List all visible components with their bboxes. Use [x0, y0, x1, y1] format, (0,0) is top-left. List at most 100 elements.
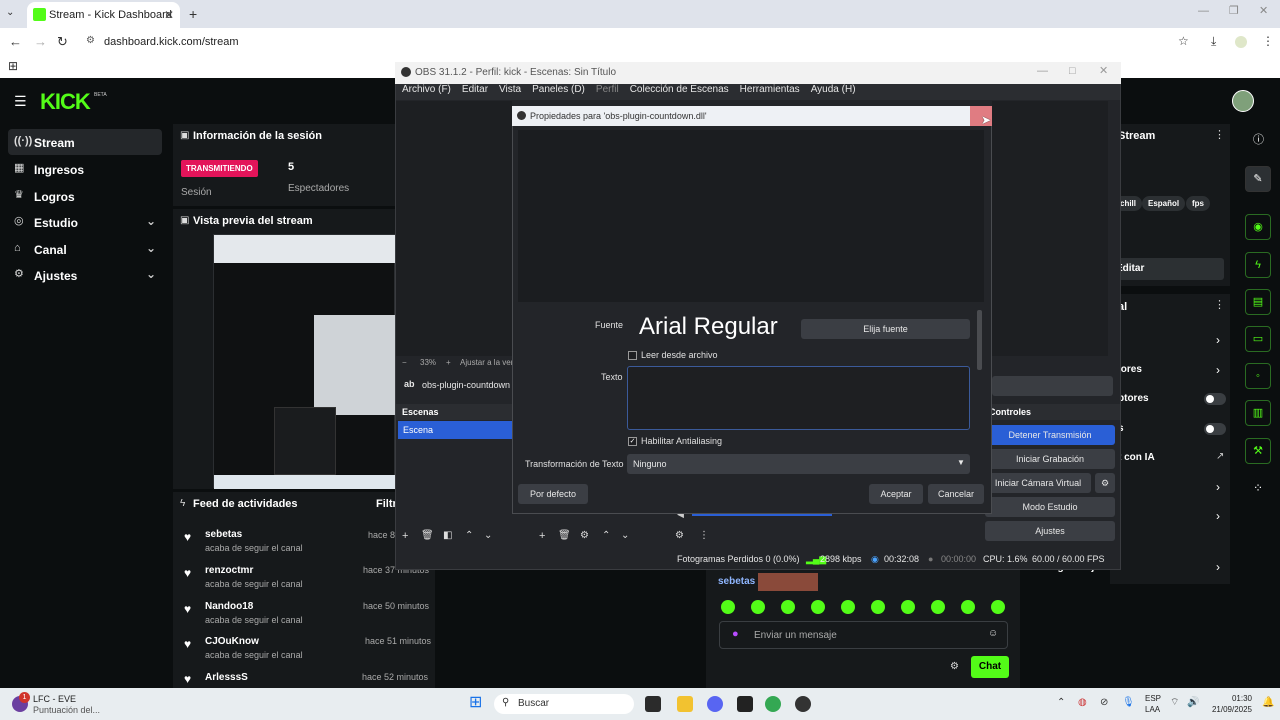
audio-settings-icon[interactable]: ⚙: [675, 531, 684, 541]
feed-item-name[interactable]: renzoctmr: [205, 565, 253, 576]
edit-pencil-icon[interactable]: ✎: [1245, 166, 1271, 192]
tray-chevron-icon[interactable]: ⌃: [1057, 698, 1065, 708]
notifications-bell-icon[interactable]: 🔔: [1262, 698, 1274, 708]
zoom-in-icon[interactable]: +: [446, 358, 451, 367]
emote-icon[interactable]: [781, 600, 795, 614]
move-up-icon[interactable]: ⌃: [602, 531, 610, 541]
scene-item[interactable]: Escena: [398, 421, 512, 439]
tray-mic-icon[interactable]: 🎙: [1122, 698, 1135, 708]
tag-chip[interactable]: fps: [1186, 196, 1210, 211]
add-source-icon[interactable]: +: [539, 531, 545, 542]
tray-app-icon[interactable]: ◍: [1078, 698, 1087, 708]
sidebar-item-ingresos[interactable]: ▦ Ingresos: [8, 156, 162, 182]
tag-chip[interactable]: Español: [1142, 196, 1186, 211]
chevron-right-icon[interactable]: ›: [1216, 561, 1220, 573]
menu-perfil[interactable]: Perfil: [596, 84, 619, 95]
tray-wifi-icon[interactable]: ⌔: [1170, 698, 1179, 708]
minimize-icon[interactable]: —: [1198, 6, 1209, 17]
sidebar-item-ajustes[interactable]: ⚙ Ajustes ⌄: [8, 262, 162, 288]
menu-vista[interactable]: Vista: [499, 84, 521, 95]
forward-icon[interactable]: →: [34, 35, 47, 48]
emote-icon[interactable]: [721, 600, 735, 614]
emote-icon[interactable]: [751, 600, 765, 614]
text-input[interactable]: [627, 366, 970, 430]
mic-icon[interactable]: ●: [732, 629, 739, 640]
reload-icon[interactable]: ↻: [57, 35, 68, 48]
target-icon[interactable]: ◉: [1245, 214, 1271, 240]
stop-streaming-button[interactable]: Detener Transmisión: [985, 425, 1115, 445]
maximize-icon[interactable]: ❐: [1229, 6, 1239, 17]
chat-settings-icon[interactable]: ⚙: [950, 662, 959, 672]
toggle-switch[interactable]: [1204, 423, 1226, 435]
emote-icon[interactable]: [841, 600, 855, 614]
move-down-icon[interactable]: ⌄: [621, 531, 629, 541]
lang-code[interactable]: ESP: [1145, 694, 1161, 703]
virtual-camera-settings-icon[interactable]: ⚙: [1095, 473, 1115, 493]
wrench-icon[interactable]: ⚒: [1245, 438, 1271, 464]
toggle-switch[interactable]: [1204, 393, 1226, 405]
choose-font-button[interactable]: Elija fuente: [801, 319, 970, 339]
minimize-icon[interactable]: —: [1037, 66, 1048, 77]
chevron-right-icon[interactable]: ›: [1216, 481, 1220, 493]
discord-icon[interactable]: [707, 696, 723, 712]
more-menu-icon[interactable]: ⋮: [1262, 35, 1274, 47]
antialiasing-checkbox[interactable]: ✓ Habilitar Antialiasing: [628, 436, 722, 447]
read-from-file-checkbox[interactable]: Leer desde archivo: [628, 350, 718, 361]
profile-avatar[interactable]: [1235, 36, 1247, 48]
sidebar-item-logros[interactable]: ♛ Logros: [8, 183, 162, 209]
apps-grid-icon[interactable]: ⊞: [8, 60, 18, 72]
emoji-icon[interactable]: ☺: [988, 629, 998, 639]
filter-icon[interactable]: ◧: [443, 531, 452, 541]
clipboard-icon[interactable]: ▤: [1245, 289, 1271, 315]
dialog-scrollbar[interactable]: [977, 310, 982, 370]
chevron-right-icon[interactable]: ›: [1216, 364, 1220, 376]
start-recording-button[interactable]: Iniciar Grabación: [985, 449, 1115, 469]
more-vertical-icon[interactable]: ⋮: [699, 531, 709, 541]
menu-ayuda[interactable]: Ayuda (H): [811, 84, 856, 95]
obs-taskbar-icon[interactable]: [795, 696, 811, 712]
close-window-icon[interactable]: ✕: [1259, 6, 1268, 17]
maximize-icon[interactable]: □: [1069, 66, 1076, 77]
site-info-icon[interactable]: ⚙: [86, 36, 95, 46]
url-field[interactable]: ⚙ dashboard.kick.com/stream: [80, 32, 1180, 52]
emote-icon[interactable]: [961, 600, 975, 614]
chat-send-button[interactable]: Chat: [971, 656, 1009, 678]
more-vertical-icon[interactable]: ⋮: [1214, 300, 1225, 311]
emote-icon[interactable]: [931, 600, 945, 614]
remove-scene-icon[interactable]: 🗑: [421, 531, 434, 541]
remove-source-icon[interactable]: 🗑: [558, 531, 571, 541]
emote-icon[interactable]: [871, 600, 885, 614]
stream-preview-video[interactable]: [213, 234, 396, 489]
new-tab-icon[interactable]: +: [189, 7, 197, 21]
menu-paneles[interactable]: Paneles (D): [532, 84, 585, 95]
chevron-right-icon[interactable]: ›: [1216, 334, 1220, 346]
obs-source-toolbar[interactable]: [992, 376, 1113, 396]
zoom-out-icon[interactable]: −: [402, 358, 407, 367]
layout-icon[interactable]: ▥: [1245, 400, 1271, 426]
menu-herramientas[interactable]: Herramientas: [740, 84, 800, 95]
defaults-button[interactable]: Por defecto: [518, 484, 588, 504]
download-icon[interactable]: ⤓: [1211, 35, 1216, 47]
back-icon[interactable]: ←: [9, 35, 22, 48]
broadcast-icon[interactable]: ◦: [1245, 363, 1271, 389]
settings-button[interactable]: Ajustes: [985, 521, 1115, 541]
widget-title[interactable]: LFC - EVE: [33, 694, 76, 704]
more-vertical-icon[interactable]: ⋮: [1214, 130, 1225, 141]
accept-button[interactable]: Aceptar: [869, 484, 923, 504]
info-icon[interactable]: ⓘ: [1253, 135, 1264, 146]
close-window-icon[interactable]: ✕: [1099, 66, 1108, 77]
feed-item-name[interactable]: ArlesssS: [205, 672, 248, 683]
chrome-icon[interactable]: [765, 696, 781, 712]
cancel-button[interactable]: Cancelar: [928, 484, 984, 504]
file-explorer-icon[interactable]: [677, 696, 693, 712]
chat-bubble-icon[interactable]: ▭: [1245, 326, 1271, 352]
task-view-icon[interactable]: [645, 696, 661, 712]
menu-coleccion[interactable]: Colección de Escenas: [630, 84, 729, 95]
checkbox-unchecked[interactable]: [628, 351, 637, 361]
lightning-icon[interactable]: ϟ: [1245, 252, 1271, 278]
edit-button[interactable]: Editar: [1110, 258, 1224, 280]
checkbox-checked-icon[interactable]: ✓: [628, 437, 637, 447]
sidebar-item-stream[interactable]: ((·)) Stream: [8, 129, 162, 155]
tray-network-off-icon[interactable]: ⊘: [1100, 698, 1108, 708]
text-transform-select[interactable]: Ninguno ▼: [627, 454, 970, 474]
